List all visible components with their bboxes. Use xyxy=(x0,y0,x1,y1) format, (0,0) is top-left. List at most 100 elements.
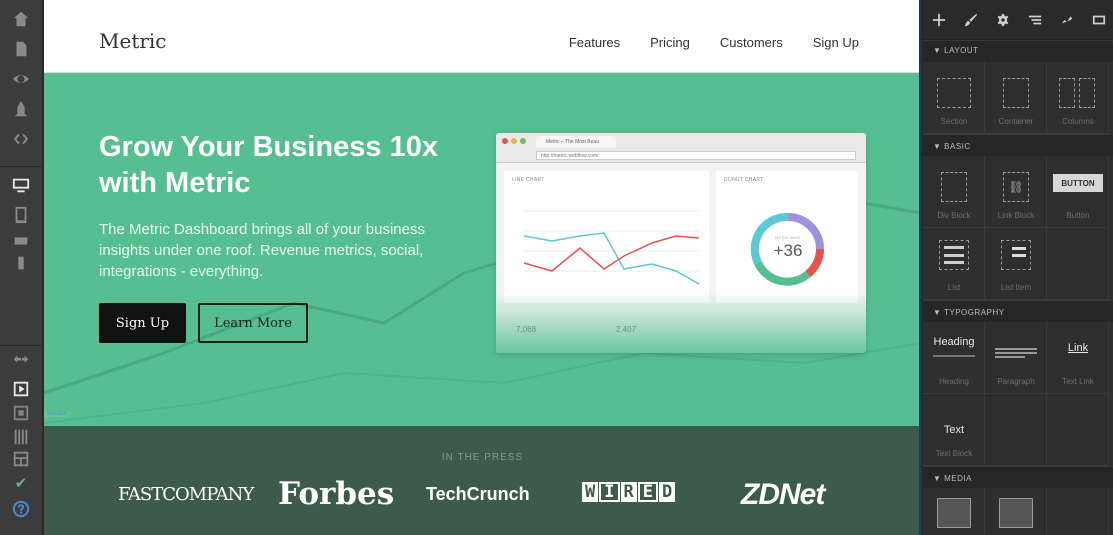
link-block-label: Link Block xyxy=(997,211,1035,220)
media-video-element[interactable] xyxy=(985,488,1047,535)
add-icon[interactable] xyxy=(931,12,947,28)
donut-value: +36 xyxy=(773,241,803,260)
zdnet-logo[interactable]: ZDNet xyxy=(741,478,825,512)
stat-1: 7,068 xyxy=(516,325,537,334)
desktop-view-icon[interactable] xyxy=(8,172,34,198)
browser-tab: Metric – The Most Beau xyxy=(536,136,616,148)
line-chart-graphic xyxy=(523,210,700,285)
columns-thumbnail-right xyxy=(1079,78,1095,108)
undo-redo-icon[interactable] xyxy=(8,348,34,374)
nav-link-signup[interactable]: Sign Up xyxy=(813,35,859,50)
donut-label: MY BALANCE xyxy=(775,235,801,240)
line-chart-panel: LINE CHART xyxy=(504,171,709,303)
press-heading[interactable]: IN THE PRESS xyxy=(44,452,919,463)
container-thumbnail xyxy=(1003,78,1029,108)
panel-tabs xyxy=(923,0,1113,40)
publish-rocket-icon[interactable] xyxy=(8,96,34,122)
brush-icon[interactable] xyxy=(963,12,979,28)
dashboard-screenshot-image[interactable]: Metric – The Most Beau http://metric.web… xyxy=(496,133,866,353)
maximize-dot-icon xyxy=(520,138,526,144)
pages-icon[interactable] xyxy=(8,36,34,62)
code-icon[interactable] xyxy=(8,126,34,152)
nav-link-features[interactable]: Features xyxy=(569,35,620,50)
list-label: List xyxy=(947,283,961,292)
hero-signup-button[interactable]: Sign Up xyxy=(99,303,186,343)
tablet-view-icon[interactable] xyxy=(8,202,34,228)
heading-thumbnail: Heading xyxy=(933,336,975,348)
basic-empty-cell xyxy=(1047,228,1109,300)
heading-label: Heading xyxy=(939,377,969,386)
button-element[interactable]: BUTTON Button xyxy=(1047,156,1109,228)
add-elements-panel: ▼ LAYOUT Section Container Columns ▼ BAS… xyxy=(923,0,1113,535)
design-canvas[interactable]: Metric Features Pricing Customers Sign U… xyxy=(44,0,921,535)
wired-logo[interactable]: WIRED xyxy=(582,482,676,502)
press-section[interactable]: IN THE PRESS FASTCOMPANY Forbes TechCrun… xyxy=(44,426,919,535)
list-element[interactable]: List xyxy=(923,228,985,300)
browser-chrome: Metric – The Most Beau http://metric.web… xyxy=(496,133,866,163)
select-element-icon[interactable] xyxy=(8,400,34,426)
assets-icon[interactable] xyxy=(1091,12,1107,28)
list-item-element[interactable]: List Item xyxy=(985,228,1047,300)
nav-menu: Features Pricing Customers Sign Up xyxy=(569,35,859,50)
list-item-label: List Item xyxy=(1000,283,1032,292)
interactions-icon[interactable] xyxy=(1059,12,1075,28)
techcrunch-logo[interactable]: TechCrunch xyxy=(426,484,530,505)
text-block-thumbnail: Text xyxy=(943,424,965,436)
nav-link-pricing[interactable]: Pricing xyxy=(650,35,690,50)
list-thumbnail xyxy=(939,240,969,270)
div-block-label: Div Block xyxy=(937,211,971,220)
section-media-header[interactable]: ▼ MEDIA xyxy=(923,466,1113,488)
site-navbar[interactable]: Metric Features Pricing Customers Sign U… xyxy=(44,0,919,73)
hero-description[interactable]: The Metric Dashboard brings all of your … xyxy=(99,219,469,282)
basic-grid: Div Block ⛓ Link Block BUTTON Button List … xyxy=(923,156,1113,300)
fastcompany-logo[interactable]: FASTCOMPANY xyxy=(118,484,254,505)
columns-thumbnail-left xyxy=(1059,78,1075,108)
typography-empty-2 xyxy=(1047,394,1109,466)
close-dot-icon xyxy=(502,138,508,144)
minimize-dot-icon xyxy=(511,138,517,144)
paragraph-element[interactable]: Paragraph xyxy=(985,322,1047,394)
mobile-portrait-icon[interactable] xyxy=(8,250,34,276)
stat-2: 2,407 xyxy=(616,325,637,334)
layout-grid: Section Container Columns xyxy=(923,62,1113,134)
media-empty-cell xyxy=(1047,488,1109,535)
container-label: Container xyxy=(998,117,1034,126)
div-block-thumbnail xyxy=(941,172,967,202)
home-icon[interactable] xyxy=(8,6,34,32)
button-thumbnail: BUTTON xyxy=(1053,174,1103,192)
columns-element[interactable]: Columns xyxy=(1047,62,1109,134)
text-link-element[interactable]: Link Text Link xyxy=(1047,322,1109,394)
nav-link-customers[interactable]: Customers xyxy=(720,35,783,50)
section-typography-header[interactable]: ▼ TYPOGRAPHY xyxy=(923,300,1113,322)
link-chain-icon: ⛓ xyxy=(1003,172,1029,202)
media-image-element[interactable] xyxy=(923,488,985,535)
video-thumbnail xyxy=(999,498,1033,528)
div-block-element[interactable]: Div Block xyxy=(923,156,985,228)
navigator-icon[interactable] xyxy=(1027,12,1043,28)
hero-learn-more-button[interactable]: Learn More xyxy=(198,303,308,343)
gear-icon[interactable] xyxy=(995,12,1011,28)
layout-panel-icon[interactable] xyxy=(8,446,34,472)
webflow-designer: ✔ Metric Features Pricing Customers Sign… xyxy=(0,0,1113,535)
section-basic-header[interactable]: ▼ BASIC xyxy=(923,134,1113,156)
hero-title[interactable]: Grow Your Business 10x with Metric xyxy=(99,129,479,201)
preview-eye-icon[interactable] xyxy=(8,66,34,92)
section-element[interactable]: Section xyxy=(923,62,985,134)
selected-element-tag[interactable]: Section xyxy=(44,411,71,417)
text-block-element[interactable]: Text Text Block xyxy=(923,394,985,466)
link-block-element[interactable]: ⛓ Link Block xyxy=(985,156,1047,228)
section-layout-header[interactable]: ▼ LAYOUT xyxy=(923,40,1113,62)
section-thumbnail xyxy=(937,78,971,108)
container-element[interactable]: Container xyxy=(985,62,1047,134)
brand-logo[interactable]: Metric xyxy=(99,29,167,53)
hero-section[interactable]: Grow Your Business 10x with Metric The M… xyxy=(44,73,919,426)
image-thumbnail xyxy=(937,498,971,528)
forbes-logo[interactable]: Forbes xyxy=(278,476,394,512)
typography-empty-1 xyxy=(985,394,1047,466)
heading-element[interactable]: Heading Heading xyxy=(923,322,985,394)
help-icon[interactable] xyxy=(8,496,34,522)
play-preview-icon[interactable] xyxy=(8,376,34,402)
donut-chart-panel: DONUT CHART MY BALANCE +36 xyxy=(716,171,858,303)
text-block-label: Text Block xyxy=(935,449,973,458)
typography-grid: Heading Heading Paragraph Link Text Link T… xyxy=(923,322,1113,466)
